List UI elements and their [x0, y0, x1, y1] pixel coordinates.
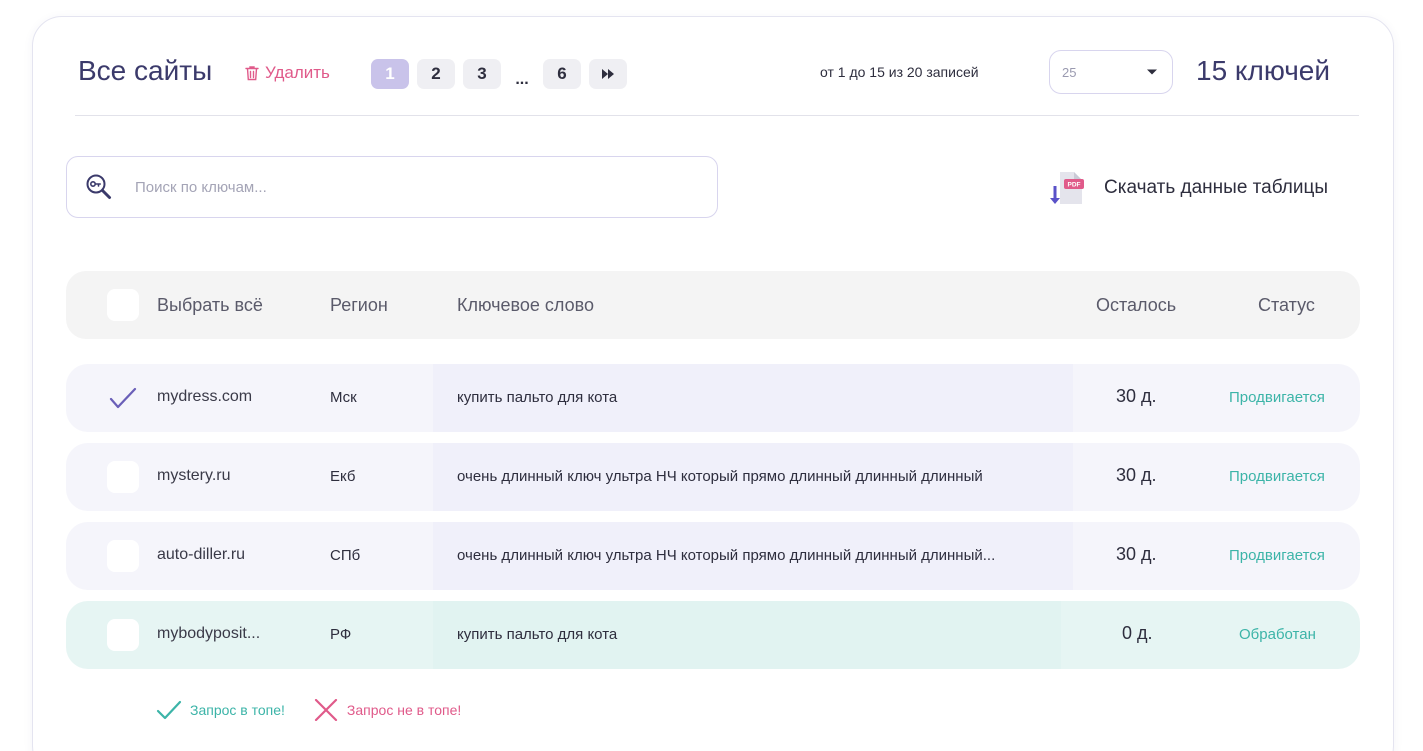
row-region: Мск: [330, 389, 357, 406]
delete-button[interactable]: Удалить: [245, 63, 330, 83]
table-row[interactable]: mystery.ru Екб очень длинный ключ ультра…: [66, 443, 1360, 511]
row-status: Продвигается: [1229, 547, 1325, 564]
table-header: Выбрать всё Регион Ключевое слово Остало…: [66, 271, 1360, 339]
row-checkbox[interactable]: [107, 540, 139, 572]
page-size-select[interactable]: 25: [1049, 50, 1173, 94]
download-label: Скачать данные таблицы: [1104, 177, 1328, 198]
fast-forward-icon: [602, 69, 614, 79]
row-keyword: купить пальто для кота: [457, 389, 618, 406]
page-size-value: 25: [1062, 64, 1077, 80]
page-button-6[interactable]: 6: [543, 59, 581, 89]
column-region: Регион: [330, 295, 388, 315]
row-remaining: 30 д.: [1116, 386, 1157, 406]
page-button-2[interactable]: 2: [417, 59, 455, 89]
row-region: СПб: [330, 547, 361, 564]
row-region: РФ: [330, 626, 352, 643]
keys-count: 15 ключей: [1196, 55, 1331, 86]
search-box: [66, 156, 718, 218]
card-header: Все сайты Удалить 1 2 3 ... 6 от 1 до 15…: [33, 17, 1393, 117]
pagination: 1 2 3 ... 6: [371, 59, 627, 89]
select-all-checkbox[interactable]: [107, 289, 139, 321]
checkmark-icon: [156, 700, 182, 720]
delete-label: Удалить: [265, 63, 330, 82]
column-select-all[interactable]: Выбрать всё: [157, 295, 263, 316]
legend-not-in-top-label: Запрос не в топе!: [346, 702, 462, 718]
sites-card: Все сайты Удалить 1 2 3 ... 6 от 1 до 15…: [32, 16, 1394, 751]
legend-not-in-top: Запрос не в топе!: [313, 699, 461, 721]
page-ellipsis: ...: [515, 71, 529, 88]
table-row[interactable]: mybodyposit... РФ купить пальто для кота…: [66, 601, 1360, 669]
row-keyword: очень длинный ключ ультра НЧ который пря…: [457, 547, 996, 564]
row-keyword: купить пальто для кота: [457, 626, 618, 643]
table-row[interactable]: auto-diller.ru СПб очень длинный ключ ул…: [66, 522, 1360, 590]
page-button-3[interactable]: 3: [463, 59, 501, 89]
trash-icon: [245, 66, 259, 81]
records-info: от 1 до 15 из 20 записей: [820, 64, 979, 80]
row-region: Екб: [330, 468, 356, 485]
page-button-1[interactable]: 1: [371, 59, 409, 89]
row-remaining: 0 д.: [1122, 623, 1153, 643]
header-divider: [75, 115, 1359, 116]
column-keyword: Ключевое слово: [457, 295, 594, 315]
row-site[interactable]: mystery.ru: [157, 467, 230, 485]
row-remaining: 30 д.: [1116, 544, 1157, 564]
row-site[interactable]: auto-diller.ru: [157, 546, 245, 564]
checkmark-icon: [109, 387, 137, 409]
row-checkbox[interactable]: [107, 382, 139, 414]
row-checkbox[interactable]: [107, 619, 139, 651]
row-keyword: очень длинный ключ ультра НЧ который пря…: [457, 468, 983, 485]
column-remaining: Осталось: [1096, 295, 1177, 315]
row-status: Продвигается: [1229, 468, 1325, 485]
pdf-download-icon: PDF: [1050, 172, 1084, 204]
row-remaining: 30 д.: [1116, 465, 1157, 485]
search-input[interactable]: [135, 178, 695, 196]
table-row[interactable]: mydress.com Мск купить пальто для кота 3…: [66, 364, 1360, 432]
row-checkbox[interactable]: [107, 461, 139, 493]
cross-icon: [314, 699, 338, 721]
page-title: Все сайты: [78, 55, 213, 86]
row-site[interactable]: mybodyposit...: [157, 625, 260, 643]
chevron-down-icon: [1147, 69, 1157, 75]
download-table-button[interactable]: PDF Скачать данные таблицы: [1048, 168, 1328, 208]
svg-text:PDF: PDF: [1068, 182, 1081, 189]
legend: Запрос в топе! Запрос не в топе!: [156, 699, 461, 721]
legend-in-top-label: Запрос в топе!: [190, 702, 285, 718]
row-status: Обработан: [1239, 626, 1316, 643]
row-site[interactable]: mydress.com: [157, 388, 252, 406]
column-status: Статус: [1258, 295, 1315, 315]
legend-in-top: Запрос в топе!: [156, 699, 285, 721]
row-status: Продвигается: [1229, 389, 1325, 406]
key-search-icon: [86, 174, 111, 199]
next-pages-button[interactable]: [589, 59, 627, 89]
